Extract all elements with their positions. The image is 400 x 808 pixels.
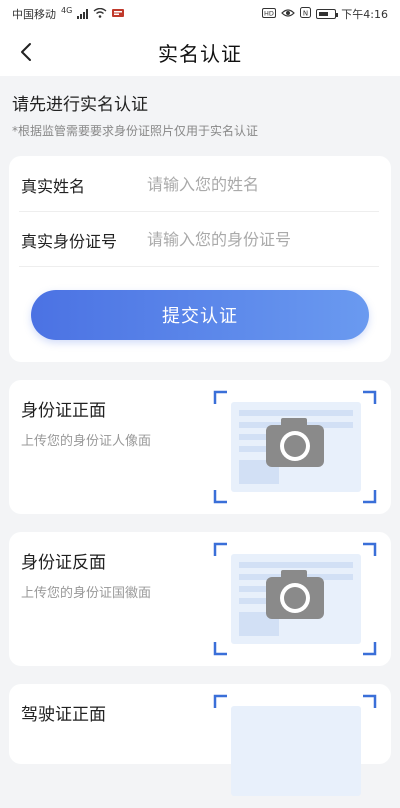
nav-bar: 实名认证: [0, 28, 400, 76]
svg-text:HD: HD: [264, 9, 274, 17]
upload-area[interactable]: [213, 390, 377, 504]
battery-icon: [316, 9, 339, 19]
id-number-row: 真实身份证号: [19, 213, 379, 267]
upload-card-id-front[interactable]: 身份证正面 上传您的身份证人像面: [9, 380, 391, 514]
carrier-label: 中国移动: [12, 8, 56, 21]
id-number-label: 真实身份证号: [21, 231, 118, 251]
clock: 下午4:16: [341, 8, 388, 21]
nfc-icon: N: [300, 7, 312, 21]
camera-icon: [266, 570, 324, 619]
upload-title: 驾驶证正面: [21, 705, 106, 725]
wifi-icon: [93, 7, 107, 21]
eye-icon: [281, 8, 296, 21]
upload-card-id-back[interactable]: 身份证反面 上传您的身份证国徽面: [9, 532, 391, 666]
upload-area[interactable]: [213, 694, 377, 808]
signal-icon: [77, 9, 89, 19]
camera-icon: [266, 418, 324, 467]
notification-icon: [112, 8, 125, 21]
name-row: 真实姓名: [19, 158, 379, 212]
id-number-input[interactable]: [147, 230, 377, 249]
upload-card-license-front[interactable]: 驾驶证正面: [9, 684, 391, 796]
network-type: 4G: [61, 5, 73, 15]
svg-text:N: N: [303, 9, 308, 17]
hd-icon: HD: [262, 7, 277, 21]
upload-subtitle: 上传您的身份证人像面: [21, 434, 152, 449]
back-button[interactable]: [10, 36, 42, 68]
upload-frame: [213, 542, 377, 656]
identity-form-card: 真实姓名 真实身份证号 提交认证: [9, 156, 391, 362]
status-bar: 中国移动 4G HD N 下午4:16: [0, 0, 400, 28]
upload-frame: [213, 390, 377, 504]
intro-title: 请先进行实名认证: [12, 95, 148, 115]
upload-frame: [213, 694, 377, 796]
intro-subtitle: *根据监管需要要求身份证照片仅用于实名认证: [12, 124, 259, 138]
upload-area[interactable]: [213, 542, 377, 656]
page-title: 实名认证: [158, 41, 242, 66]
name-input[interactable]: [147, 175, 377, 194]
upload-subtitle: 上传您的身份证国徽面: [21, 586, 152, 601]
submit-button[interactable]: 提交认证: [31, 290, 369, 340]
upload-title: 身份证反面: [21, 553, 106, 573]
status-right: HD N 下午4:16: [262, 6, 388, 22]
intro-section: 请先进行实名认证 *根据监管需要要求身份证照片仅用于实名认证: [12, 90, 258, 139]
upload-title: 身份证正面: [21, 401, 106, 421]
status-left: 中国移动 4G: [12, 5, 125, 22]
chevron-left-icon: [21, 43, 31, 61]
name-label: 真实姓名: [21, 176, 86, 196]
